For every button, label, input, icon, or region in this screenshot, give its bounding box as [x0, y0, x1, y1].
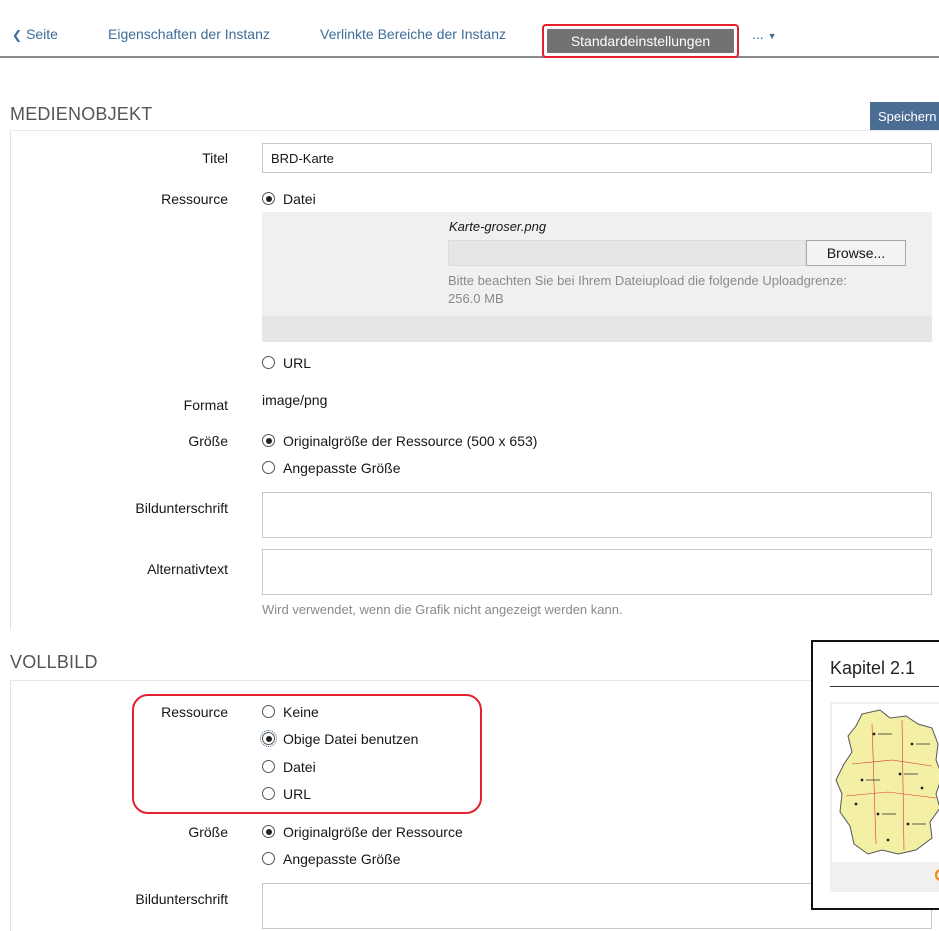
size-custom-radio[interactable]: Angepasste Größe — [262, 460, 401, 476]
size-label: Größe — [188, 433, 228, 449]
chevron-left-icon: ❮ — [12, 28, 23, 42]
tab-back-to-page[interactable]: ❮ Seite — [12, 26, 58, 42]
radio-unchecked-icon — [262, 356, 275, 369]
radio-checked-icon — [262, 825, 275, 838]
germany-map-thumbnail — [832, 704, 939, 862]
file-path-field[interactable] — [448, 240, 806, 266]
upload-limit: 256.0 MB — [448, 291, 504, 306]
title-label: Titel — [202, 150, 228, 166]
radio-checked-icon — [262, 192, 275, 205]
tab-default-settings-label: Standardeinstellungen — [547, 29, 734, 53]
highlight-annotation — [132, 694, 482, 814]
tab-back-label: Seite — [26, 26, 58, 42]
fullscreen-size-label: Größe — [188, 824, 228, 840]
format-label: Format — [183, 397, 228, 413]
size-original-label: Originalgröße der Ressource (500 x 653) — [283, 433, 538, 449]
format-value: image/png — [262, 392, 328, 408]
resource-file-label: Datei — [283, 191, 316, 207]
current-filename: Karte-groser.png — [449, 219, 547, 234]
radio-unchecked-icon — [262, 852, 275, 865]
size-custom-label: Angepasste Größe — [283, 460, 401, 476]
resource-label: Ressource — [161, 191, 228, 207]
preview-popup: Kapitel 2.1 — [811, 640, 939, 910]
fullscreen-caption-label: Bildunterschrift — [135, 891, 228, 907]
preview-divider — [830, 686, 939, 687]
tab-linked-areas[interactable]: Verlinkte Bereiche der Instanz — [320, 26, 506, 42]
radio-unchecked-icon — [262, 461, 275, 474]
upload-hint: Bitte beachten Sie bei Ihrem Dateiupload… — [448, 272, 928, 308]
tab-more-label: ... — [752, 26, 764, 42]
fullscreen-size-custom-radio[interactable]: Angepasste Größe — [262, 851, 401, 867]
caret-down-icon: ▼ — [767, 31, 777, 41]
radio-checked-icon — [262, 434, 275, 447]
fullscreen-size-custom-label: Angepasste Größe — [283, 851, 401, 867]
fullscreen-size-original-radio[interactable]: Originalgröße der Ressource — [262, 824, 463, 840]
tab-instance-properties[interactable]: Eigenschaften der Instanz — [108, 26, 270, 42]
fullscreen-size-original-label: Originalgröße der Ressource — [283, 824, 463, 840]
file-upload-footer — [262, 316, 932, 342]
resource-file-radio[interactable]: Datei — [262, 191, 316, 207]
zoom-magnifier-icon[interactable] — [934, 868, 939, 891]
browse-button[interactable]: Browse... — [806, 240, 906, 266]
size-original-radio[interactable]: Originalgröße der Ressource (500 x 653) — [262, 433, 537, 449]
thumbnail-frame[interactable] — [830, 702, 939, 892]
resource-url-label: URL — [283, 355, 312, 371]
title-input[interactable] — [262, 143, 932, 173]
upload-hint-text: Bitte beachten Sie bei Ihrem Dateiupload… — [448, 273, 847, 288]
save-button[interactable]: Speichern — [870, 102, 939, 132]
preview-title: Kapitel 2.1 — [830, 658, 916, 678]
caption-label: Bildunterschrift — [135, 500, 228, 516]
alt-text-hint: Wird verwendet, wenn die Grafik nicht an… — [262, 602, 623, 617]
section-title-fullscreen: VOLLBILD — [10, 652, 98, 672]
resource-url-radio[interactable]: URL — [262, 355, 311, 371]
tab-default-settings[interactable]: Standardeinstellungen — [542, 24, 739, 58]
alt-text-label: Alternativtext — [147, 561, 228, 577]
section-title-media-object: MEDIENOBJEKT — [10, 104, 153, 124]
tab-bar: ❮ Seite Eigenschaften der Instanz Verlink… — [0, 18, 939, 58]
tab-more-dropdown[interactable]: ... ▼ — [752, 26, 776, 42]
caption-textarea[interactable] — [262, 492, 932, 538]
alt-text-textarea[interactable] — [262, 549, 932, 595]
